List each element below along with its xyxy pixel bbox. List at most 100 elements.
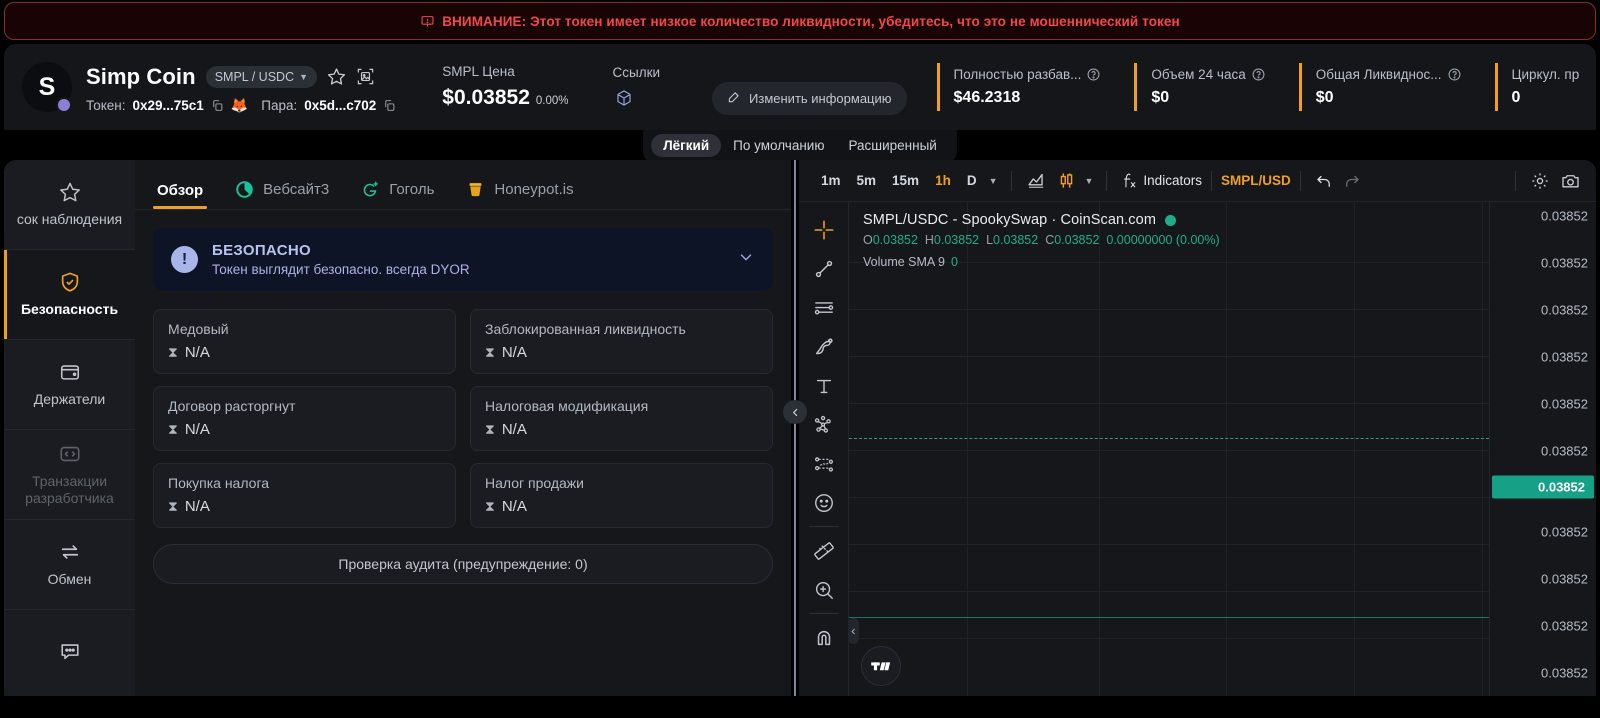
sidebar-item-swap[interactable]: Обмен (4, 520, 135, 610)
timeframe-5m[interactable]: 5m (849, 169, 885, 192)
chart-type-icon[interactable] (1021, 168, 1052, 193)
ruler-icon[interactable] (805, 531, 843, 570)
mode-tab-light[interactable]: Лёгкий (651, 134, 722, 157)
chevron-down-icon[interactable] (737, 248, 755, 271)
tab-honeypot[interactable]: Honeypot.is (450, 180, 589, 209)
tab-gogol[interactable]: Гоголь (345, 180, 450, 209)
timeframe-1h[interactable]: 1h (927, 169, 959, 192)
sidebar-item-watchlist[interactable]: сок наблюдения (4, 160, 135, 250)
tab-overview-label: Обзор (157, 182, 204, 199)
mode-tab-advanced[interactable]: Расширенный (836, 134, 948, 157)
text-icon[interactable] (805, 366, 843, 405)
chart-collapse-button[interactable] (849, 618, 859, 644)
pair-selector[interactable]: SMPL / USDC ▼ (205, 65, 318, 88)
tab-honeypot-label: Honeypot.is (494, 181, 574, 198)
redo-icon[interactable] (1338, 169, 1366, 193)
function-icon[interactable] (1116, 168, 1143, 193)
stat-supply-title: Циркул. пр (1511, 67, 1580, 82)
card-value: N/A (501, 421, 527, 438)
timeframe-d[interactable]: D (959, 169, 985, 192)
undo-icon[interactable] (1310, 169, 1338, 193)
chart-plot-area[interactable]: SMPL/USDC - SpookySwap · CoinScan.com O0… (849, 202, 1489, 696)
collapse-panel-button[interactable] (783, 400, 807, 424)
page-title: Simp Coin (86, 63, 196, 89)
hourglass-icon: ⧗ (485, 421, 495, 437)
chat-icon (59, 640, 81, 662)
card-buy-tax: Покупка налога ⧗ N/A (153, 463, 456, 528)
tab-website3[interactable]: Вебсайт3 (219, 180, 345, 209)
chart-type-dropdown-chevron-down-icon[interactable]: ▼ (1081, 176, 1098, 186)
timeframe-15m[interactable]: 15m (884, 169, 927, 192)
wallet-icon (59, 361, 81, 383)
crosshair-icon[interactable] (805, 210, 843, 249)
divider-line[interactable] (794, 160, 796, 696)
edit-info-button[interactable]: Изменить информацию (712, 81, 907, 115)
favorite-star-icon[interactable] (327, 67, 346, 86)
stat-total-liquidity: Общая Ликвиднос... $0 (1298, 63, 1461, 111)
help-circle-icon[interactable] (1252, 68, 1265, 81)
candlestick-icon[interactable] (1052, 168, 1081, 193)
card-title: Заблокированная ликвидность (485, 321, 686, 337)
hourglass-icon: ⧗ (168, 498, 178, 514)
copy-pair-address-icon[interactable] (383, 99, 396, 112)
edit-info-label: Изменить информацию (749, 90, 892, 106)
sidebar-item-dev-transactions[interactable]: Транзакции разработчика (4, 430, 135, 520)
ohlc-low-label: L (986, 233, 994, 247)
tradingview-logo-icon[interactable] (861, 646, 901, 686)
stat-fdv: Полностью разбав... $46.2318 (936, 63, 1101, 111)
price-tick: 0.03852 (1541, 443, 1588, 459)
tool-separator (808, 613, 839, 614)
metamask-fox-icon[interactable]: 🦊 (231, 98, 248, 112)
symbol-button[interactable]: SMPL/USD (1221, 173, 1291, 188)
chart-price-axis[interactable]: 0.03852 0.03852 0.03852 0.03852 0.03852 … (1489, 202, 1596, 696)
mode-tab-default[interactable]: По умолчанию (721, 134, 836, 157)
horizontal-lines-icon[interactable] (805, 288, 843, 327)
card-sell-tax: Налог продажи ⧗ N/A (470, 463, 773, 528)
price-caption: SMPL Цена (442, 64, 515, 79)
gear-icon[interactable] (1525, 168, 1555, 194)
emoji-icon[interactable] (805, 483, 843, 522)
indicators-button[interactable]: Indicators (1143, 173, 1202, 188)
patterns-icon[interactable] (805, 405, 843, 444)
help-circle-icon[interactable] (1087, 68, 1100, 81)
current-price-tick: 0.03852 (1492, 475, 1594, 499)
price-tick: 0.03852 (1541, 396, 1588, 412)
ohlc-open-label: O (863, 233, 873, 247)
explorer-cube-icon[interactable] (613, 87, 635, 109)
forecast-icon[interactable] (805, 444, 843, 483)
safety-status-card[interactable]: ! БЕЗОПАСНО Токен выглядит безопасно. вс… (153, 228, 773, 291)
chart-gridlines (849, 202, 1489, 696)
sidebar-item-chat[interactable] (4, 610, 135, 696)
camera-icon[interactable] (1555, 168, 1586, 194)
ohlc-change: 0.00000000 (0.00%) (1106, 233, 1220, 247)
audit-check-button[interactable]: Проверка аудита (предупреждение: 0) (153, 544, 773, 584)
tab-gogol-label: Гоголь (389, 181, 435, 198)
help-circle-icon[interactable] (1448, 68, 1461, 81)
sidebar-item-holders[interactable]: Держатели (4, 340, 135, 430)
copy-token-address-icon[interactable] (211, 99, 224, 112)
alert-monitor-icon (420, 14, 434, 28)
pie-chart-icon (235, 180, 254, 199)
stat-volume-24h: Объем 24 часа $0 (1134, 63, 1265, 111)
pair-address-label: Пара: (261, 97, 298, 113)
tab-overview[interactable]: Обзор (153, 182, 219, 209)
zoom-in-icon[interactable] (805, 570, 843, 609)
compare-chart-icon[interactable] (356, 67, 375, 86)
magnet-icon[interactable] (805, 618, 843, 657)
shield-check-icon (59, 271, 81, 293)
content-panel: Обзор Вебсайт3 Гоголь Honeypot.is ! БЕЗО… (135, 160, 791, 696)
volume-value: 0 (951, 255, 958, 269)
brush-icon[interactable] (805, 327, 843, 366)
sidebar-item-security[interactable]: Безопасность (4, 250, 135, 340)
timeframe-1m[interactable]: 1m (813, 169, 849, 192)
edit-pencil-icon (727, 90, 741, 107)
chevron-down-icon: ▼ (299, 71, 309, 82)
trend-line-icon[interactable] (805, 249, 843, 288)
toolbar-separator (1010, 170, 1012, 191)
left-sidebar: сок наблюдения Безопасность Держатели Тр… (4, 160, 135, 696)
timeframe-dropdown-chevron-down-icon[interactable]: ▼ (985, 176, 1002, 186)
price-block: SMPL Цена $0.03852 0.00% (442, 64, 568, 110)
card-contract-renounced: Договор расторгнут ⧗ N/A (153, 386, 456, 451)
price-change: 0.00% (535, 95, 569, 107)
card-title: Налоговая модификация (485, 398, 649, 414)
